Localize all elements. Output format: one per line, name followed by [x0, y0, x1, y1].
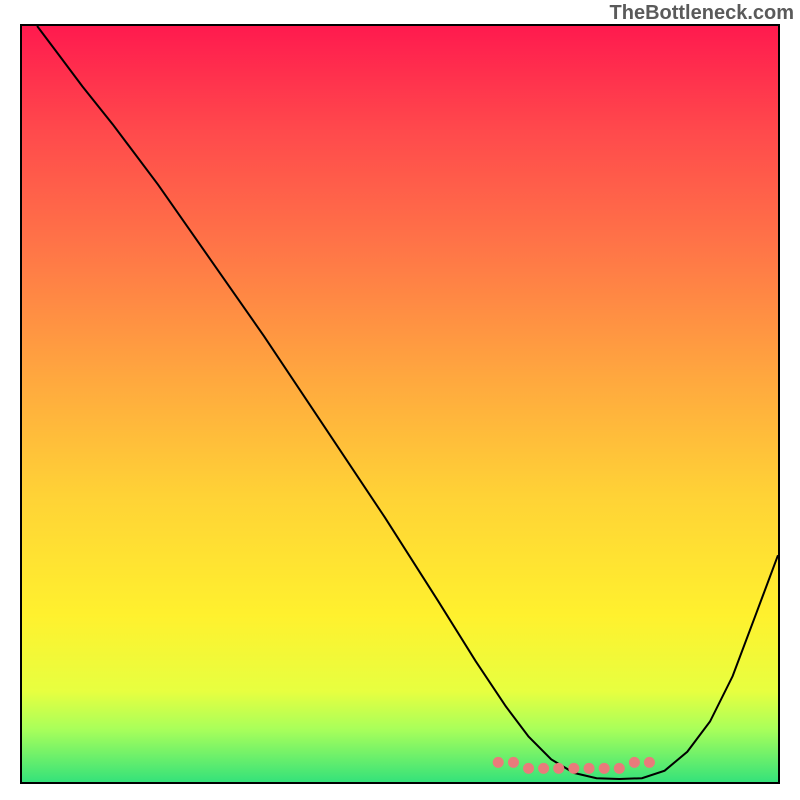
watermark-text: TheBottleneck.com: [610, 2, 794, 25]
optimal-dot: [538, 763, 549, 774]
optimal-dot: [568, 763, 579, 774]
optimal-dot: [523, 763, 534, 774]
optimal-zone-dots: [493, 757, 655, 774]
plot-frame: [20, 24, 780, 784]
optimal-dot: [508, 757, 519, 768]
optimal-dot: [614, 763, 625, 774]
optimal-dot: [599, 763, 610, 774]
optimal-dot: [553, 763, 564, 774]
optimal-dot: [493, 757, 504, 768]
optimal-dot: [629, 757, 640, 768]
optimal-dot: [644, 757, 655, 768]
optimal-dot: [584, 763, 595, 774]
chart-container: TheBottleneck.com: [0, 0, 800, 800]
curve-layer: [22, 26, 778, 782]
bottleneck-curve: [37, 26, 778, 779]
